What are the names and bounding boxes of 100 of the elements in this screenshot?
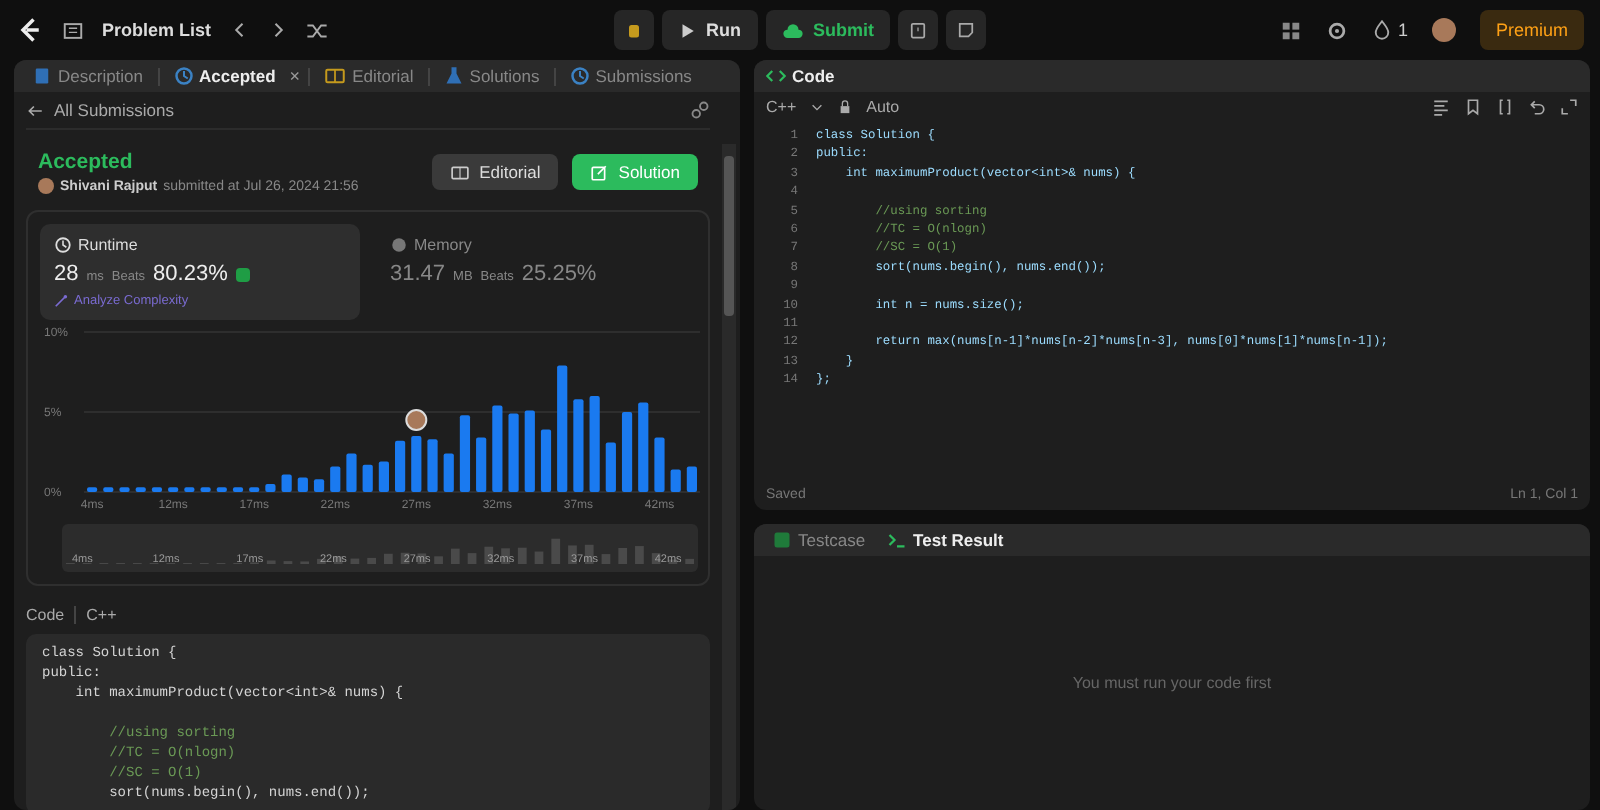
debug-button[interactable] <box>614 10 654 50</box>
lock-icon <box>838 100 853 114</box>
checkbox-icon <box>772 530 792 550</box>
bar <box>605 442 616 492</box>
bar <box>313 479 325 492</box>
code-label: Code <box>26 606 65 624</box>
submit-button[interactable]: Submit <box>765 10 890 50</box>
bar <box>476 437 487 492</box>
bar <box>654 437 665 492</box>
expand-icon <box>1560 98 1578 116</box>
beats-percent: 25.25% <box>521 262 597 286</box>
terminal-icon <box>885 530 908 550</box>
bar <box>119 487 130 492</box>
bar <box>151 487 163 492</box>
stat-title: Runtime <box>78 236 138 254</box>
bar <box>232 487 244 492</box>
panel-title: Code <box>792 66 835 86</box>
braces-icon <box>1496 98 1514 116</box>
bar <box>103 487 114 492</box>
mode-label[interactable]: Auto <box>866 98 900 116</box>
settings-icon <box>1325 19 1348 41</box>
bar <box>281 474 292 492</box>
language-dropdown[interactable]: C++ <box>766 98 797 116</box>
panel-tab[interactable]: Submissions <box>563 66 698 86</box>
format-icon <box>1432 98 1450 116</box>
panel-tab[interactable]: Test Result <box>879 530 1010 550</box>
code-icon <box>766 66 786 86</box>
book-icon <box>449 163 470 181</box>
bar <box>200 487 211 492</box>
bar <box>216 487 227 492</box>
bar <box>87 487 98 492</box>
bar <box>427 439 438 492</box>
close-tab-button[interactable]: × <box>289 66 301 86</box>
timer-button[interactable] <box>898 10 938 50</box>
panel-tab[interactable]: Accepted <box>167 66 282 86</box>
clock-icon <box>173 66 194 86</box>
panel-tab[interactable]: Editorial <box>318 66 420 86</box>
timer-icon <box>908 20 928 40</box>
bar <box>621 412 633 492</box>
run-button[interactable]: Run <box>662 10 757 50</box>
flask-icon <box>443 66 464 86</box>
bar <box>378 461 389 492</box>
bar <box>443 453 454 492</box>
empty-message: You must run your code first <box>1072 674 1272 692</box>
premium-button[interactable]: Premium <box>1479 10 1584 50</box>
bar <box>249 487 260 492</box>
bar <box>686 466 697 492</box>
cloud-upload-icon <box>781 19 803 41</box>
scrollbar-thumb[interactable] <box>724 156 734 316</box>
badge-icon <box>235 267 250 281</box>
chevron-down-icon <box>810 100 825 114</box>
bar <box>540 429 552 492</box>
note-icon <box>956 20 976 40</box>
logo-icon <box>16 16 44 44</box>
undo-icon <box>1528 98 1546 116</box>
avatar-marker <box>405 409 428 431</box>
streak-count: 1 <box>1397 20 1408 40</box>
panel-tab[interactable]: Solutions <box>437 66 546 86</box>
problem-list-link[interactable]: Problem List <box>102 20 212 40</box>
stat-title: Memory <box>414 236 472 254</box>
bar <box>297 477 308 492</box>
layout-icon <box>1279 19 1302 41</box>
bar <box>362 464 373 492</box>
bar <box>330 466 341 492</box>
edit-icon <box>590 163 609 181</box>
document-icon <box>32 66 52 86</box>
stat-value: 31.47 <box>390 262 446 286</box>
status-label: Accepted <box>38 150 135 174</box>
play-icon <box>678 21 696 39</box>
clock-icon <box>54 236 72 254</box>
avatar <box>38 178 54 194</box>
editorial-button[interactable]: Editorial <box>431 154 559 190</box>
beats-percent: 80.23% <box>153 262 228 286</box>
bar <box>638 402 649 492</box>
bar <box>508 413 519 492</box>
avatar[interactable] <box>1431 18 1456 42</box>
bookmark-icon <box>1464 98 1482 116</box>
bar <box>184 487 195 492</box>
wand-icon <box>54 294 68 308</box>
bar <box>670 469 681 492</box>
notes-button[interactable] <box>946 10 986 50</box>
list-icon <box>62 19 84 41</box>
back-link[interactable]: All Submissions <box>54 100 174 120</box>
bar <box>557 365 568 492</box>
bug-icon <box>624 20 644 40</box>
panel-tab[interactable]: Description <box>26 66 150 86</box>
bar <box>135 487 146 492</box>
bar <box>168 487 179 492</box>
panel-tab[interactable]: Testcase <box>766 530 872 550</box>
bar <box>346 453 357 492</box>
arrow-left-icon <box>26 101 44 119</box>
bar <box>589 396 600 492</box>
stat-value: 28 <box>54 262 79 286</box>
shuffle-icon <box>305 19 328 41</box>
bar <box>459 415 471 492</box>
language-label: C++ <box>86 606 117 624</box>
bar <box>573 399 584 492</box>
bar <box>411 436 422 492</box>
link-icon <box>690 100 710 120</box>
bar <box>524 410 535 492</box>
